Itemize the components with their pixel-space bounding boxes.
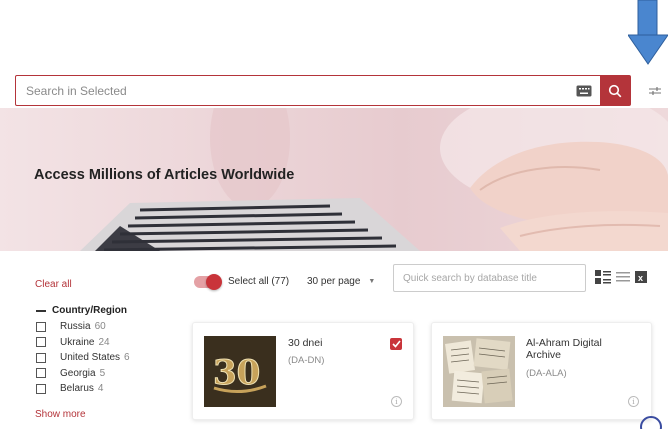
- keyboard-icon[interactable]: [572, 79, 596, 103]
- show-more-link[interactable]: Show more: [35, 409, 86, 420]
- toggle-knob: [206, 274, 222, 290]
- checkbox[interactable]: [36, 383, 46, 394]
- search-bar: [15, 75, 631, 106]
- filter-item-georgia[interactable]: Georgia 5: [36, 367, 130, 380]
- database-card[interactable]: Al-Ahram Digital Archive (DA-ALA) i: [431, 322, 652, 420]
- filter-item-label: Russia: [60, 321, 91, 332]
- select-all-label: Select all (77): [228, 276, 290, 287]
- select-all-toggle[interactable]: [194, 274, 222, 290]
- filter-item-ukraine[interactable]: Ukraine 24: [36, 336, 130, 349]
- advanced-filter-button[interactable]: [644, 80, 666, 102]
- search-input[interactable]: [16, 76, 572, 105]
- database-thumbnail: 30: [204, 336, 276, 407]
- database-thumbnail: [443, 336, 515, 407]
- per-page-dropdown[interactable]: 30 per page ▼: [307, 276, 375, 287]
- svg-text:x: x: [638, 273, 643, 283]
- annotation-arrow-icon: [628, 0, 668, 65]
- checkbox[interactable]: [36, 321, 46, 332]
- checkbox[interactable]: [36, 368, 46, 378]
- filter-group-title: Country/Region: [52, 305, 127, 316]
- card-code: (DA-DN): [288, 355, 325, 366]
- filter-item-label: Belarus: [60, 383, 94, 394]
- view-toggle-group: x: [595, 270, 647, 284]
- page: Access Millions of Articles Worldwide Cl…: [0, 0, 668, 429]
- info-icon[interactable]: i: [628, 396, 639, 407]
- excel-export-icon[interactable]: x: [635, 270, 647, 284]
- sliders-icon: [649, 87, 661, 95]
- grid-view-icon[interactable]: [595, 270, 611, 284]
- filter-group-country-region[interactable]: Country/Region: [36, 305, 127, 316]
- filter-item-count: 24: [98, 336, 110, 348]
- search-icon: [608, 84, 622, 97]
- filter-item-united-states[interactable]: United States 6: [36, 351, 130, 364]
- filter-item-russia[interactable]: Russia 60: [36, 320, 130, 333]
- card-code: (DA-ALA): [526, 368, 567, 379]
- filter-item-count: 5: [99, 367, 106, 379]
- thumbnail-lettering: 30: [213, 353, 260, 393]
- dropdown-caret-icon: ▼: [368, 278, 376, 285]
- filter-item-label: Georgia: [60, 367, 96, 379]
- list-view-icon[interactable]: [616, 270, 630, 284]
- search-button[interactable]: [600, 76, 630, 105]
- filter-item-belarus[interactable]: Belarus 4: [36, 382, 130, 395]
- filter-item-label: Ukraine: [60, 336, 95, 348]
- card-checkbox[interactable]: [390, 338, 402, 350]
- filter-item-label: United States: [60, 352, 121, 363]
- info-icon[interactable]: i: [391, 396, 402, 407]
- filter-item-count: 60: [94, 321, 106, 332]
- filter-item-count: 6: [124, 352, 130, 363]
- quick-search-input[interactable]: [393, 264, 586, 292]
- country-filter-list: Russia 60 Ukraine 24 United States 6 Geo…: [36, 320, 130, 398]
- per-page-value: 30 per page: [307, 276, 361, 287]
- checkmark-icon: [391, 340, 401, 348]
- database-card[interactable]: 30 30 dnei (DA-DN) i: [192, 322, 414, 420]
- collapse-dash-icon: [36, 309, 46, 312]
- card-title[interactable]: Al-Ahram Digital Archive: [526, 337, 636, 361]
- filter-item-count: 4: [97, 383, 104, 394]
- hero-banner: Access Millions of Articles Worldwide: [0, 108, 668, 251]
- checkbox[interactable]: [36, 352, 46, 363]
- clear-all-link[interactable]: Clear all: [35, 279, 72, 290]
- checkbox[interactable]: [36, 337, 46, 347]
- hero-title: Access Millions of Articles Worldwide: [34, 167, 295, 183]
- card-title[interactable]: 30 dnei: [288, 337, 322, 349]
- help-chat-icon[interactable]: [640, 416, 662, 429]
